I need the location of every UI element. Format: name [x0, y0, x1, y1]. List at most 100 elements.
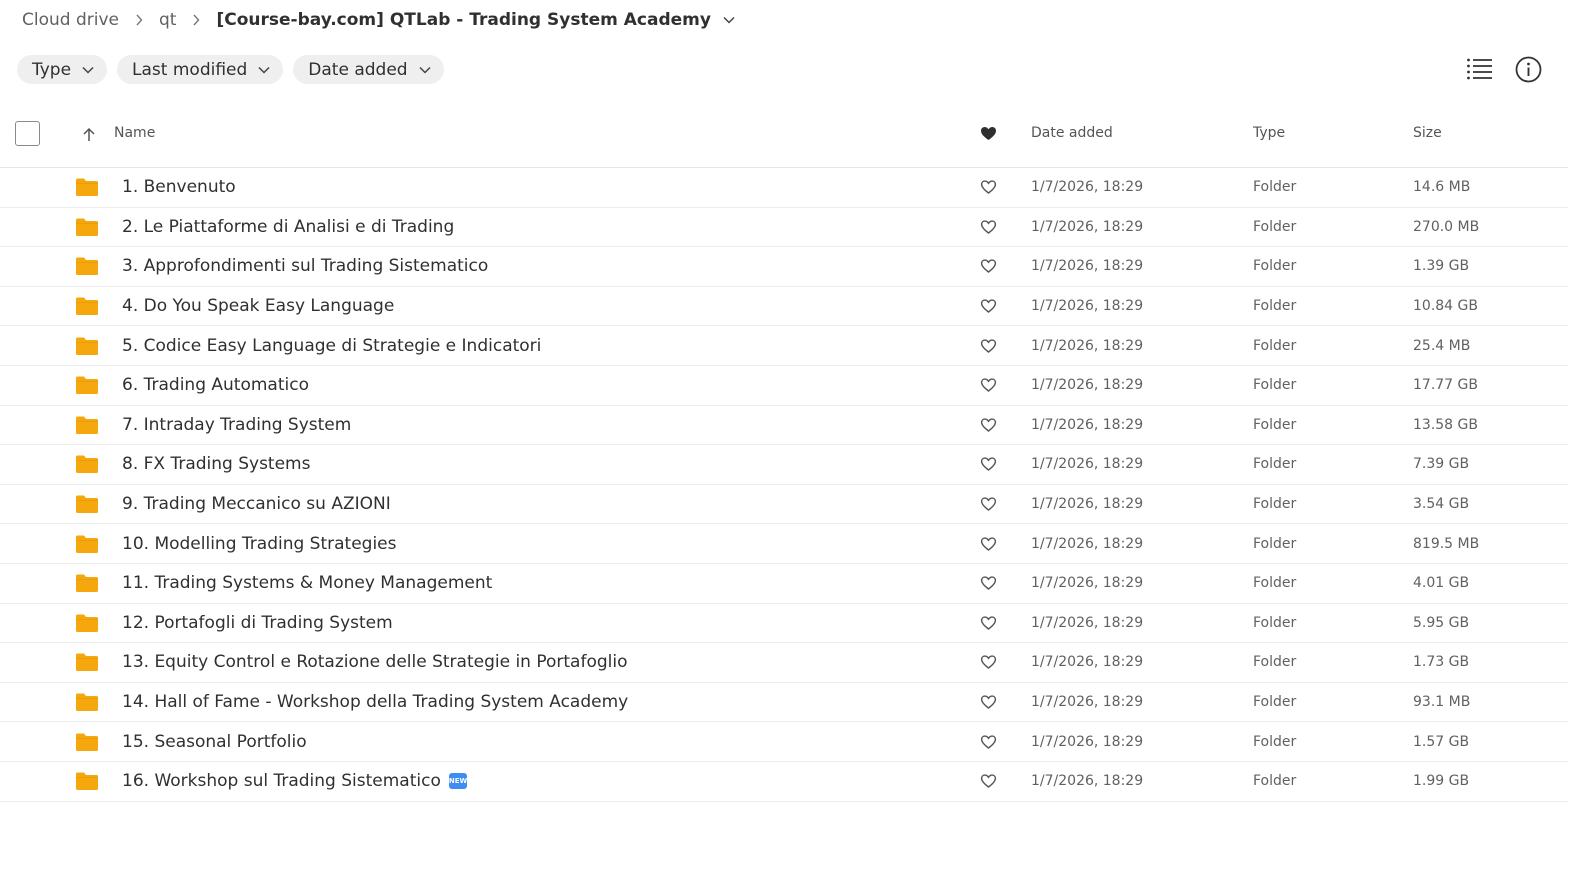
- table-row[interactable]: 16. Workshop sul Trading Sistematico NEW …: [0, 762, 1568, 802]
- file-name[interactable]: 14. Hall of Fame - Workshop della Tradin…: [122, 692, 628, 712]
- breadcrumb-cloud-drive[interactable]: Cloud drive: [22, 10, 119, 30]
- date-added: 1/7/2026, 18:29: [1031, 258, 1144, 275]
- breadcrumb-qt[interactable]: qt: [159, 10, 176, 30]
- table-row[interactable]: 12. Portafogli di Trading System 1/7/202…: [0, 604, 1568, 644]
- table-row[interactable]: 2. Le Piattaforme di Analisi e di Tradin…: [0, 208, 1568, 248]
- table-row[interactable]: 14. Hall of Fame - Workshop della Tradin…: [0, 683, 1568, 723]
- folder-icon: [76, 495, 98, 514]
- heart-outline-icon[interactable]: [980, 338, 997, 353]
- file-name[interactable]: 8. FX Trading Systems: [122, 454, 310, 474]
- date-added: 1/7/2026, 18:29: [1031, 179, 1144, 196]
- table-row[interactable]: 9. Trading Meccanico su AZIONI 1/7/2026,…: [0, 485, 1568, 525]
- file-type: Folder: [1253, 694, 1297, 711]
- file-name-text: 14. Hall of Fame - Workshop della Tradin…: [122, 692, 629, 713]
- date-added: 1/7/2026, 18:29: [1031, 218, 1144, 235]
- file-type: Folder: [1253, 298, 1297, 315]
- table-row[interactable]: 5. Codice Easy Language di Strategie e I…: [0, 326, 1568, 366]
- heart-outline-icon[interactable]: [980, 219, 997, 234]
- file-name[interactable]: 1. Benvenuto: [122, 177, 236, 197]
- table-row[interactable]: 13. Equity Control e Rotazione delle Str…: [0, 643, 1568, 683]
- table-row[interactable]: 4. Do You Speak Easy Language 1/7/2026, …: [0, 287, 1568, 327]
- folder-icon: [76, 455, 98, 474]
- breadcrumb-current-folder[interactable]: [Course-bay.com] QTLab - Trading System …: [216, 10, 711, 30]
- table-row[interactable]: 15. Seasonal Portfolio 1/7/2026, 18:29 F…: [0, 722, 1568, 762]
- table-row[interactable]: 1. Benvenuto 1/7/2026, 18:29 Folder 14.6…: [0, 168, 1568, 208]
- file-name[interactable]: 10. Modelling Trading Strategies: [122, 534, 397, 554]
- heart-outline-icon[interactable]: [980, 259, 997, 274]
- heart-outline-icon[interactable]: [980, 655, 997, 670]
- table-row[interactable]: 3. Approfondimenti sul Trading Sistemati…: [0, 247, 1568, 287]
- chevron-down-icon: [82, 66, 94, 74]
- file-type: Folder: [1253, 496, 1297, 513]
- heart-outline-icon[interactable]: [980, 536, 997, 551]
- heart-outline-icon[interactable]: [980, 497, 997, 512]
- filter-date-added-button[interactable]: Date added: [293, 55, 444, 84]
- file-name[interactable]: 16. Workshop sul Trading Sistematico NEW: [122, 771, 467, 791]
- file-name[interactable]: 11. Trading Systems & Money Management: [122, 573, 492, 593]
- table-row[interactable]: 8. FX Trading Systems 1/7/2026, 18:29 Fo…: [0, 445, 1568, 485]
- file-name[interactable]: 12. Portafogli di Trading System: [122, 613, 393, 633]
- column-header-size[interactable]: Size: [1413, 125, 1442, 141]
- file-name-text: 9. Trading Meccanico su AZIONI: [122, 494, 391, 515]
- file-name[interactable]: 15. Seasonal Portfolio: [122, 732, 307, 752]
- file-name[interactable]: 13. Equity Control e Rotazione delle Str…: [122, 652, 628, 672]
- file-name-text: 3. Approfondimenti sul Trading Sistemati…: [122, 256, 489, 277]
- table-row[interactable]: 10. Modelling Trading Strategies 1/7/202…: [0, 524, 1568, 564]
- filter-type-button[interactable]: Type: [17, 55, 108, 84]
- file-type: Folder: [1253, 377, 1297, 394]
- filter-last-modified-button[interactable]: Last modified: [117, 55, 284, 84]
- heart-outline-icon[interactable]: [980, 695, 997, 710]
- file-size: 7.39 GB: [1413, 456, 1470, 473]
- date-added: 1/7/2026, 18:29: [1031, 575, 1144, 592]
- file-name[interactable]: 9. Trading Meccanico su AZIONI: [122, 494, 391, 514]
- chevron-right-icon: [192, 14, 200, 26]
- file-size: 1.39 GB: [1413, 258, 1470, 275]
- heart-outline-icon[interactable]: [980, 576, 997, 591]
- file-name[interactable]: 4. Do You Speak Easy Language: [122, 296, 394, 316]
- heart-filled-icon[interactable]: [980, 126, 997, 141]
- heart-outline-icon[interactable]: [980, 457, 997, 472]
- heart-outline-icon[interactable]: [980, 774, 997, 789]
- file-name[interactable]: 6. Trading Automatico: [122, 375, 309, 395]
- file-size: 5.95 GB: [1413, 614, 1470, 631]
- file-name[interactable]: 5. Codice Easy Language di Strategie e I…: [122, 336, 541, 356]
- table-row[interactable]: 11. Trading Systems & Money Management 1…: [0, 564, 1568, 604]
- file-name-text: 16. Workshop sul Trading Sistematico: [122, 771, 441, 792]
- file-name[interactable]: 7. Intraday Trading System: [122, 415, 351, 435]
- list-view-icon[interactable]: [1466, 57, 1494, 81]
- file-name[interactable]: 3. Approfondimenti sul Trading Sistemati…: [122, 256, 488, 276]
- date-added: 1/7/2026, 18:29: [1031, 377, 1144, 394]
- file-size: 4.01 GB: [1413, 575, 1470, 592]
- table-row[interactable]: 6. Trading Automatico 1/7/2026, 18:29 Fo…: [0, 366, 1568, 406]
- column-header-type[interactable]: Type: [1253, 125, 1285, 141]
- heart-outline-icon[interactable]: [980, 734, 997, 749]
- info-icon[interactable]: [1515, 56, 1542, 83]
- folder-icon: [76, 416, 98, 434]
- file-size: 17.77 GB: [1413, 377, 1478, 394]
- folder-icon: [76, 337, 98, 355]
- heart-outline-icon[interactable]: [980, 417, 997, 432]
- file-name-text: 10. Modelling Trading Strategies: [122, 533, 397, 554]
- folder-icon: [76, 614, 98, 632]
- chevron-down-icon[interactable]: [723, 16, 735, 24]
- file-type: Folder: [1253, 773, 1297, 790]
- file-type: Folder: [1253, 416, 1297, 433]
- file-size: 14.6 MB: [1413, 179, 1471, 196]
- select-all-checkbox[interactable]: [15, 121, 40, 146]
- heart-outline-icon[interactable]: [980, 180, 997, 195]
- file-list: 1. Benvenuto 1/7/2026, 18:29 Folder 14.6…: [0, 168, 1568, 802]
- column-header-date-added[interactable]: Date added: [1031, 125, 1113, 141]
- file-size: 1.99 GB: [1413, 773, 1470, 790]
- table-row[interactable]: 7. Intraday Trading System 1/7/2026, 18:…: [0, 406, 1568, 446]
- column-header-name[interactable]: Name: [114, 125, 155, 141]
- heart-outline-icon[interactable]: [980, 615, 997, 630]
- file-name[interactable]: 2. Le Piattaforme di Analisi e di Tradin…: [122, 217, 454, 237]
- file-name-text: 15. Seasonal Portfolio: [122, 731, 307, 752]
- filter-label: Last modified: [132, 59, 248, 80]
- heart-outline-icon[interactable]: [980, 378, 997, 393]
- folder-icon: [76, 376, 98, 395]
- heart-outline-icon[interactable]: [980, 299, 997, 314]
- filter-bar: Type Last modified Date added: [17, 55, 454, 84]
- date-added: 1/7/2026, 18:29: [1031, 614, 1144, 631]
- sort-ascending-icon[interactable]: [82, 127, 96, 142]
